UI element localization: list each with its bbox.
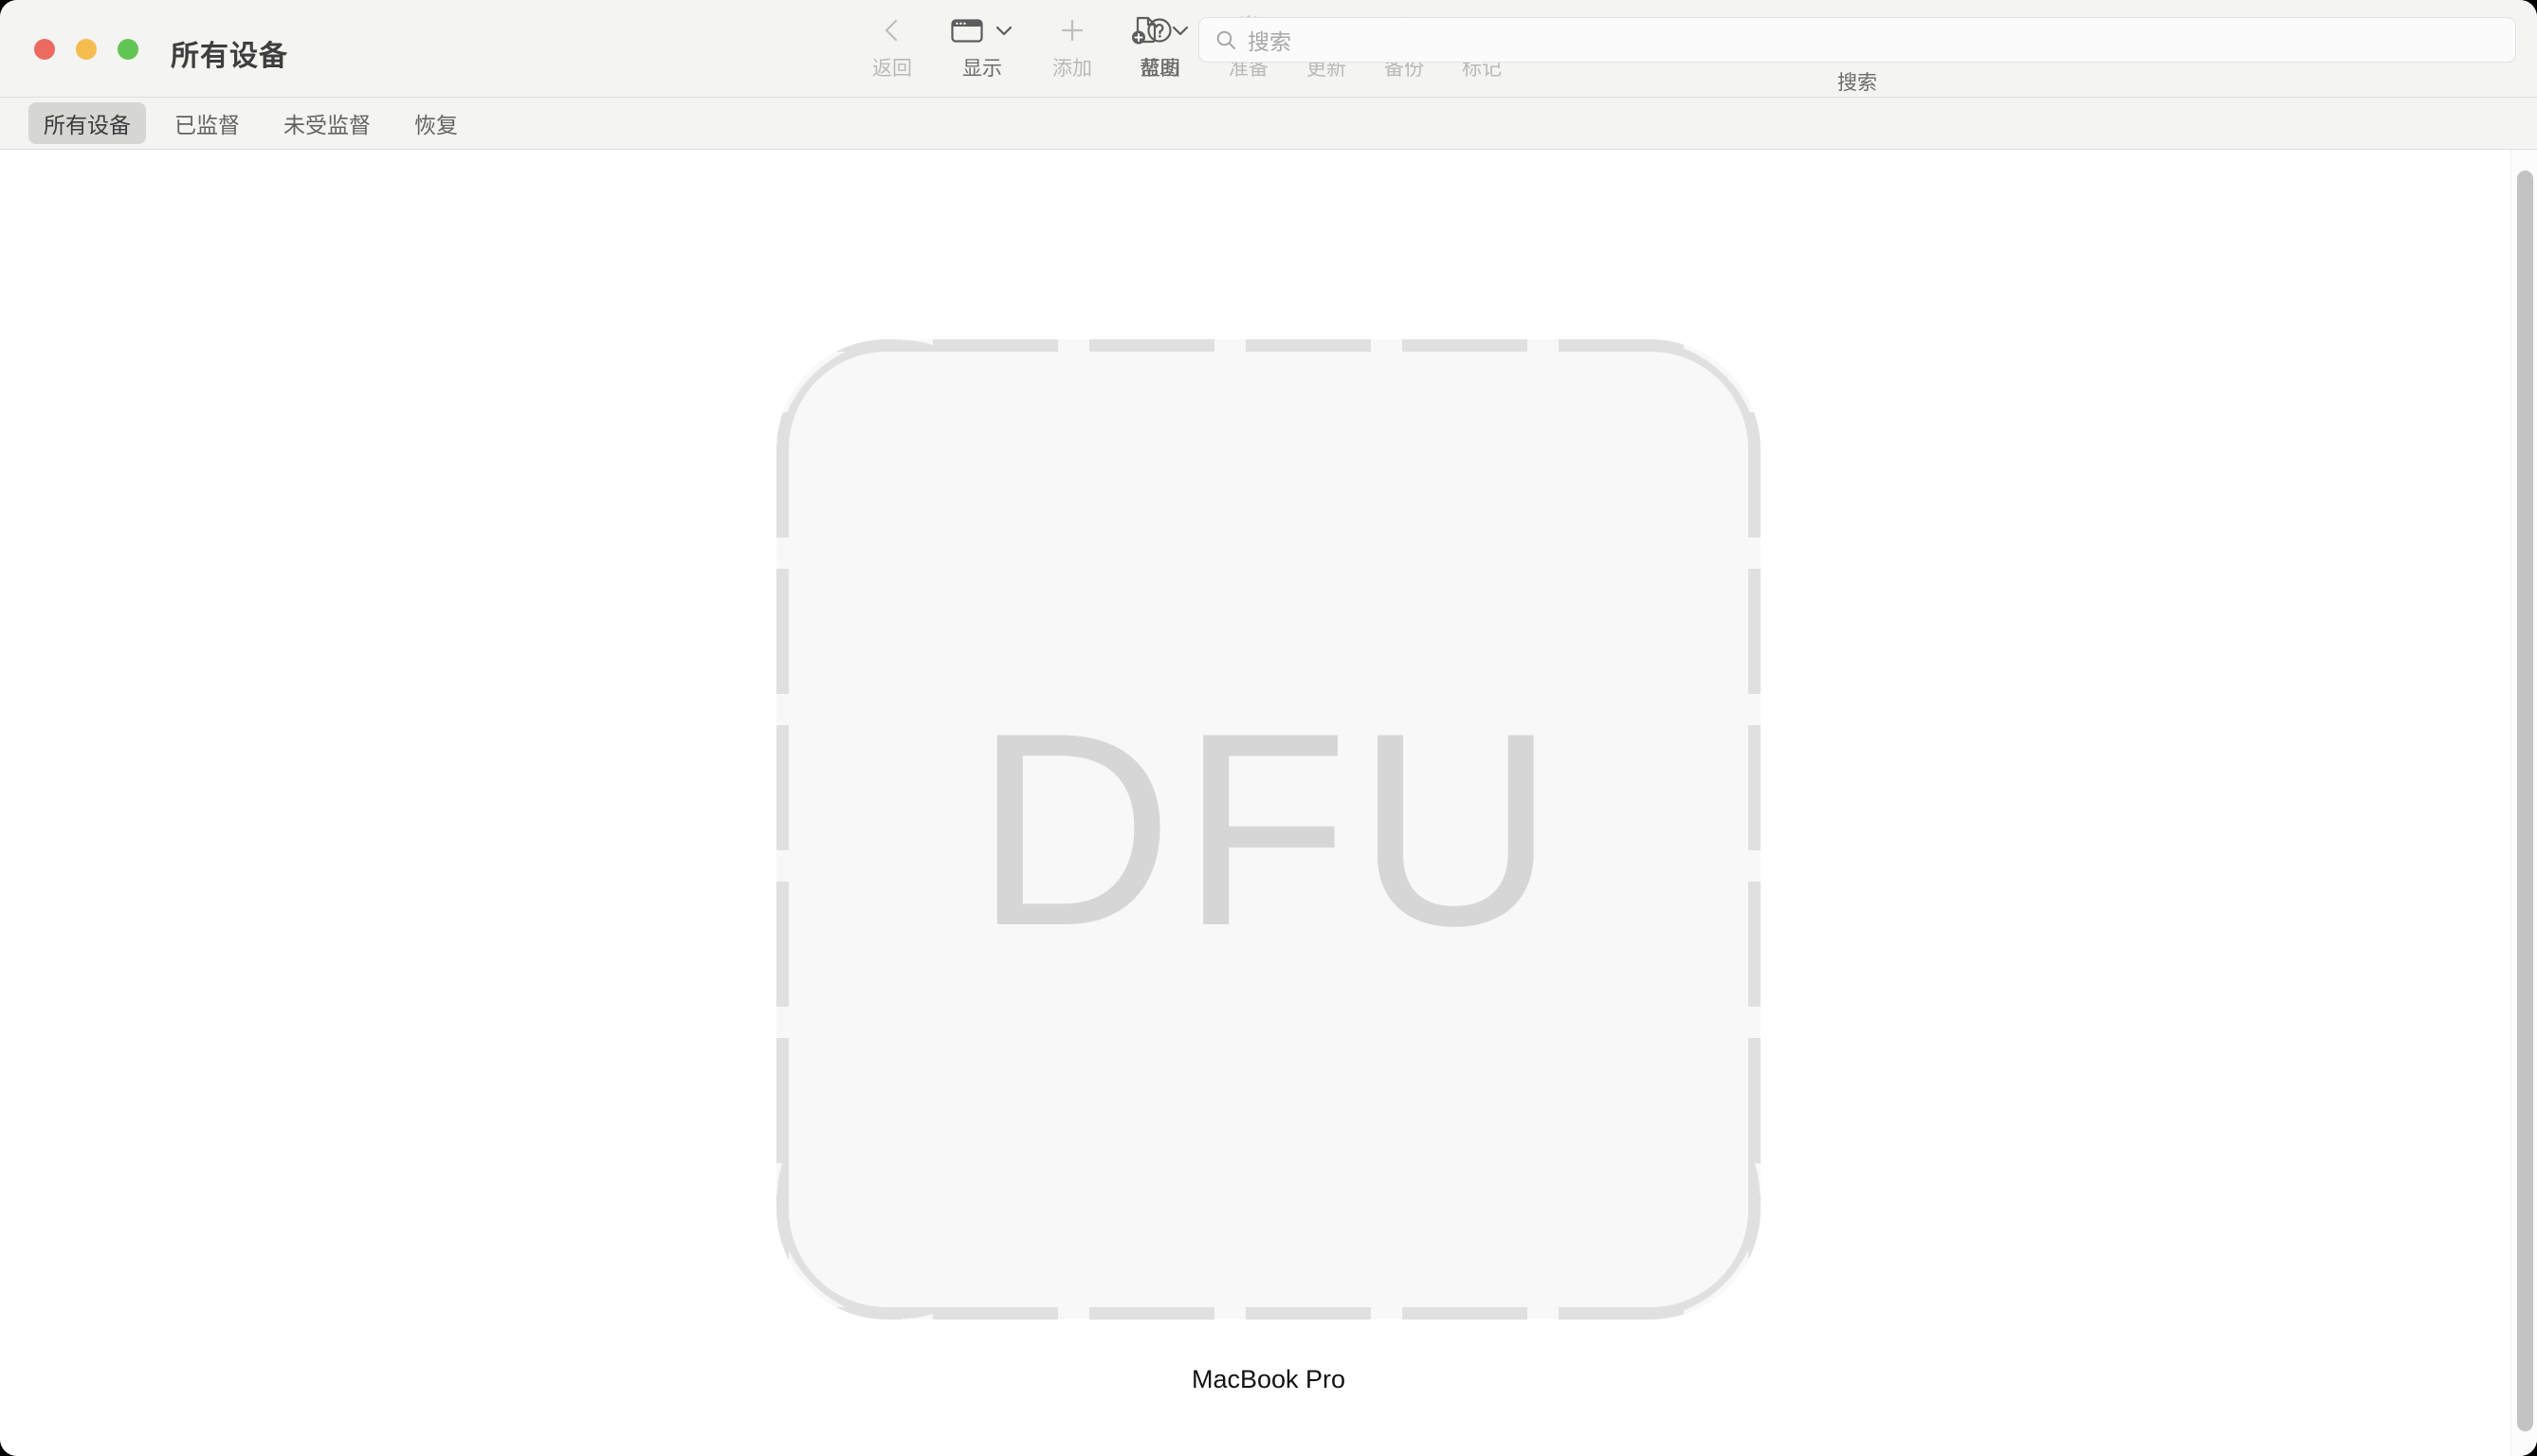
toolbar-help-label: 帮助 [1140,58,1179,80]
toolbar-add-button[interactable]: 添加 [1033,6,1111,82]
tab-unsupervised[interactable]: 未受监督 [268,102,386,144]
tab-all-devices[interactable]: 所有设备 [28,102,146,144]
maximize-button[interactable] [118,39,138,60]
device-state-text: DFU [974,676,1562,983]
vertical-scrollbar[interactable] [2510,150,2537,1456]
minimize-button[interactable] [76,39,97,60]
traffic-light-group [34,39,138,60]
titlebar: 所有设备 返回 显示 添加 蓝图 准备 更新 备份 标记 帮助 搜索 搜索 [0,0,2537,98]
window-title: 所有设备 [171,41,288,72]
search-label: 搜索 [1837,72,1877,94]
device-grid: DFU MacBook Pro [0,150,2537,1456]
question-circle-icon [1145,6,1174,55]
toolbar-display-button[interactable]: 显示 [931,6,1033,82]
plus-icon [1058,6,1086,55]
tab-supervised[interactable]: 已监督 [159,102,255,144]
chevron-left-icon [880,6,904,55]
device-item[interactable]: DFU MacBook Pro [776,339,1761,1394]
search-placeholder: 搜索 [1248,29,1291,54]
chevron-down-icon [994,23,1014,38]
scrollbar-thumb[interactable] [2517,171,2533,1431]
tab-recovery[interactable]: 恢复 [399,102,473,144]
toolbar-right-group: 帮助 搜索 搜索 [1121,6,2516,96]
toolbar-back-label: 返回 [872,58,912,80]
device-dfu-placeholder[interactable]: DFU [776,339,1761,1320]
window-view-icon [950,16,984,45]
search-field[interactable]: 搜索 [1198,17,2516,63]
device-name-label: MacBook Pro [1191,1365,1346,1393]
app-window: 所有设备 返回 显示 添加 蓝图 准备 更新 备份 标记 帮助 搜索 搜索 所有… [0,0,2537,1456]
tabbar: 所有设备 已监督 未受监督 恢复 [0,98,2537,150]
toolbar-add-label: 添加 [1052,58,1092,80]
toolbar-back-button[interactable]: 返回 [853,6,931,82]
close-button[interactable] [34,39,55,60]
search-icon [1214,28,1237,51]
search-group: 搜索 搜索 [1198,6,2516,96]
toolbar-help-button[interactable]: 帮助 [1121,6,1198,82]
toolbar-display-label: 显示 [962,58,1002,80]
